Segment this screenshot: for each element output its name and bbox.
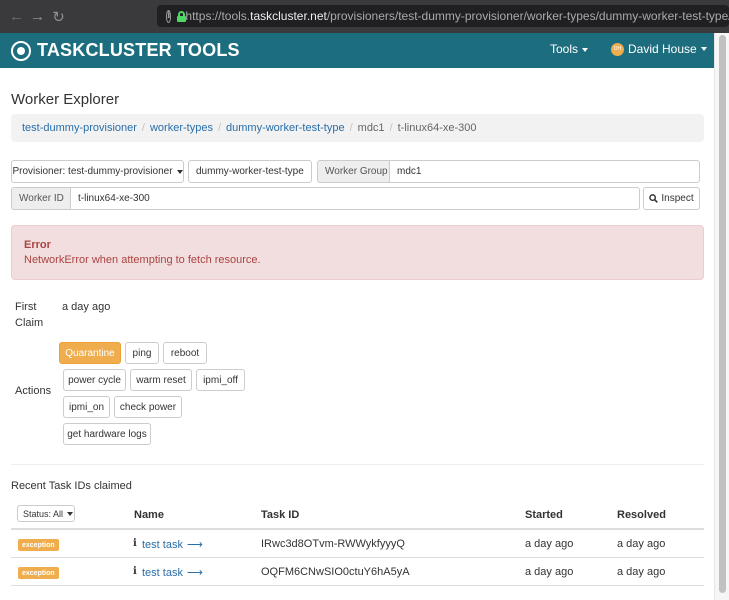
first-claim-label-line1: First — [15, 301, 37, 313]
search-icon — [649, 194, 659, 203]
first-claim-value: a day ago — [62, 301, 111, 313]
ping-button[interactable]: ping — [125, 342, 159, 364]
back-icon[interactable]: ← — [6, 8, 27, 25]
site-info-icon[interactable]: i — [166, 9, 172, 23]
breadcrumb-worker-type[interactable]: dummy-worker-test-type — [226, 122, 345, 134]
app-navbar: TASKCLUSTER TOOLS Tools DH David House — [0, 33, 714, 68]
chevron-down-icon — [176, 169, 183, 174]
column-header-started: Started — [525, 509, 563, 521]
column-header-name: Name — [134, 509, 164, 521]
address-bar[interactable]: i https://tools.taskcluster.net/provisio… — [157, 5, 729, 27]
check-power-button[interactable]: check power — [114, 396, 182, 418]
quarantine-button[interactable]: Quarantine — [59, 342, 121, 364]
url-text[interactable]: https://tools.taskcluster.net/provisione… — [185, 9, 729, 23]
task-id: IRwc3d8OTvm-RWWykfyyyQ — [261, 538, 405, 550]
info-icon[interactable]: i — [133, 566, 137, 577]
breadcrumb: test-dummy-provisioner / worker-types / … — [11, 114, 704, 142]
task-id: OQFM6CNwSIO0ctuY6hA5yA — [261, 566, 410, 578]
breadcrumb-separator: / — [141, 122, 145, 134]
status-filter-dropdown[interactable]: Status: All — [17, 505, 75, 522]
row-divider — [11, 557, 704, 558]
forward-icon[interactable]: → — [27, 8, 48, 25]
provisioner-dropdown[interactable]: Provisioner: test-dummy-provisioner — [11, 160, 184, 183]
browser-toolbar: ← → ↻ i https://tools.taskcluster.net/pr… — [0, 0, 729, 33]
taskcluster-logo-icon[interactable] — [11, 40, 31, 61]
info-icon[interactable]: i — [133, 538, 137, 549]
ipmi-off-button[interactable]: ipmi_off — [196, 369, 245, 391]
task-started: a day ago — [525, 566, 574, 578]
recent-tasks-title: Recent Task IDs claimed — [11, 480, 132, 492]
task-link[interactable]: test task ⟶ — [142, 538, 203, 551]
error-alert: Error NetworkError when attempting to fe… — [11, 225, 704, 280]
breadcrumb-worker-types[interactable]: worker-types — [150, 122, 213, 134]
get-hardware-logs-button[interactable]: get hardware logs — [63, 423, 151, 445]
breadcrumb-separator: / — [389, 122, 393, 134]
inspect-button-label: Inspect — [661, 193, 694, 204]
user-menu[interactable]: DH David House — [611, 42, 707, 56]
status-badge: exception — [18, 539, 59, 551]
breadcrumb-separator: / — [349, 122, 353, 134]
page-title: Worker Explorer — [11, 91, 120, 108]
status-filter-label: Status: All — [23, 508, 64, 519]
reboot-button[interactable]: reboot — [163, 342, 207, 364]
actions-label: Actions — [15, 385, 52, 397]
breadcrumb-group: mdc1 — [357, 122, 385, 134]
reload-icon[interactable]: ↻ — [48, 8, 69, 26]
table-header-divider — [11, 528, 704, 530]
column-header-task-id: Task ID — [261, 509, 300, 521]
task-resolved: a day ago — [617, 566, 666, 578]
first-claim-label-line2: Claim — [15, 317, 44, 329]
provisioner-dropdown-label: Provisioner: test-dummy-provisioner — [12, 166, 173, 177]
task-resolved: a day ago — [617, 538, 666, 550]
ipmi-on-button[interactable]: ipmi_on — [63, 396, 110, 418]
status-badge: exception — [18, 567, 59, 579]
breadcrumb-provisioner[interactable]: test-dummy-provisioner — [22, 122, 137, 134]
task-link[interactable]: test task ⟶ — [142, 566, 203, 579]
inspect-button[interactable]: Inspect — [643, 187, 700, 210]
tools-menu[interactable]: Tools — [550, 42, 589, 56]
worker-type-field[interactable]: dummy-worker-test-type — [188, 160, 312, 183]
page-scrollbar[interactable] — [714, 33, 729, 600]
worker-group-input[interactable]: mdc1 — [389, 160, 700, 183]
brand-title[interactable]: TASKCLUSTER TOOLS — [37, 40, 240, 61]
alert-message: NetworkError when attempting to fetch re… — [24, 254, 261, 266]
worker-id-label: Worker ID — [11, 187, 71, 210]
power-cycle-button[interactable]: power cycle — [63, 369, 126, 391]
breadcrumb-current: t-linux64-xe-300 — [397, 122, 477, 134]
column-header-resolved: Resolved — [617, 509, 666, 521]
scrollbar-thumb[interactable] — [719, 35, 726, 593]
chevron-down-icon — [67, 511, 74, 516]
task-started: a day ago — [525, 538, 574, 550]
alert-title: Error — [24, 239, 51, 251]
arrow-right-icon: ⟶ — [186, 567, 203, 579]
divider — [11, 464, 704, 465]
worker-group-label: Worker Group — [317, 160, 390, 183]
arrow-right-icon: ⟶ — [186, 539, 203, 551]
avatar: DH — [611, 42, 624, 56]
chevron-down-icon — [582, 47, 589, 52]
row-divider — [11, 585, 704, 586]
breadcrumb-separator: / — [217, 122, 222, 134]
warm-reset-button[interactable]: warm reset — [130, 369, 192, 391]
chevron-down-icon — [700, 47, 707, 51]
worker-id-input[interactable]: t-linux64-xe-300 — [70, 187, 640, 210]
